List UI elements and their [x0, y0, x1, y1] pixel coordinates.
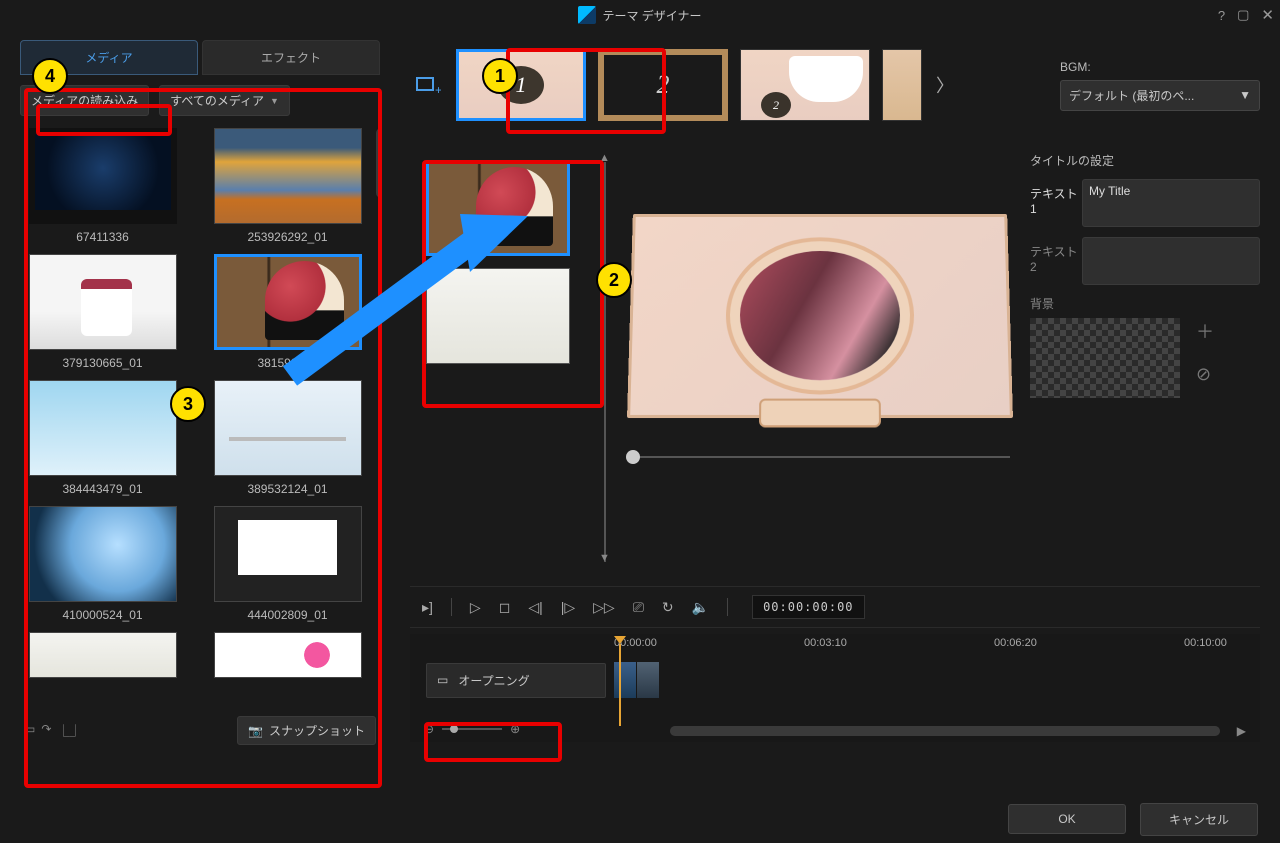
- cancel-button[interactable]: キャンセル: [1140, 803, 1258, 836]
- scrollbar-horizontal[interactable]: [670, 726, 1220, 736]
- media-item[interactable]: 67411336: [20, 128, 185, 244]
- film-icon: ▭: [24, 722, 35, 739]
- preview-frame: [627, 214, 1013, 418]
- camera-icon[interactable]: ⎚: [633, 599, 644, 616]
- callout-badge: 1: [482, 58, 518, 94]
- maximize-icon[interactable]: ▢: [1237, 7, 1249, 23]
- next-frame-icon[interactable]: |▷: [561, 599, 575, 616]
- media-item[interactable]: 410000524_01: [20, 506, 185, 622]
- zoom-out-icon[interactable]: ⊖: [424, 722, 434, 736]
- media-item[interactable]: [20, 632, 185, 678]
- preview-area: [620, 152, 1020, 582]
- segment-icon: ▭: [437, 673, 448, 687]
- media-item[interactable]: [205, 632, 370, 678]
- playback-bar: ▸] ▷ ◻ ◁| |▷ ▷▷ ⎚ ↻ 🔈 00:00:00:00: [410, 586, 1260, 628]
- prev-frame-icon[interactable]: ◁|: [528, 599, 542, 616]
- caret-down-icon: ▼: [599, 552, 610, 564]
- segment-thumb[interactable]: 1: [456, 49, 586, 121]
- add-background-icon[interactable]: ＋: [1196, 318, 1214, 344]
- track-header[interactable]: ▭ オープニング: [426, 663, 606, 698]
- callout-badge: 3: [170, 386, 206, 422]
- segment-thumb[interactable]: 2: [598, 49, 728, 121]
- background-label: 背景: [1030, 295, 1260, 312]
- svg-text:+: +: [435, 83, 441, 96]
- loop-icon[interactable]: ↻: [662, 599, 674, 616]
- tab-effects[interactable]: エフェクト: [202, 40, 380, 75]
- stop-icon[interactable]: ◻: [499, 599, 511, 616]
- ok-button[interactable]: OK: [1008, 804, 1126, 834]
- slider-handle[interactable]: [626, 450, 640, 464]
- segment-thumb[interactable]: [740, 49, 870, 121]
- media-item[interactable]: 379130665_01: [20, 254, 185, 370]
- scrollbar-vertical[interactable]: [376, 128, 380, 198]
- background-preview[interactable]: [1030, 318, 1180, 398]
- text1-input[interactable]: My Title: [1082, 179, 1260, 227]
- title-settings-panel: タイトルの設定 テキスト 1 My Title テキスト 2 背景 ＋: [1020, 152, 1260, 582]
- media-item[interactable]: 444002809_01: [205, 506, 370, 622]
- bgm-label: BGM:: [1060, 60, 1260, 74]
- callout-badge: 4: [32, 58, 68, 94]
- preview-zoom-slider[interactable]: [630, 456, 1010, 458]
- view-mode-toggle[interactable]: ▭ ↷ ⎿⏌: [24, 722, 81, 739]
- playhead-icon[interactable]: [614, 636, 626, 644]
- text1-label: テキスト 1: [1030, 179, 1082, 227]
- timeline-clip[interactable]: [637, 662, 659, 698]
- camera-icon: 📷: [248, 724, 263, 738]
- text2-label: テキスト 2: [1030, 237, 1082, 285]
- snapshot-button[interactable]: 📷 スナップショット: [237, 716, 376, 745]
- zoom-in-icon[interactable]: ⊕: [510, 722, 520, 736]
- crop-icon: ⎿⏌: [57, 722, 81, 739]
- zoom-slider[interactable]: [442, 728, 502, 730]
- settings-heading: タイトルの設定: [1030, 152, 1260, 169]
- vertical-slider[interactable]: [604, 162, 606, 562]
- timecode-display[interactable]: 00:00:00:00: [752, 595, 864, 619]
- drag-arrow-icon: [270, 206, 550, 406]
- chevron-down-icon: ▼: [1239, 88, 1251, 102]
- help-icon[interactable]: ?: [1218, 8, 1225, 23]
- volume-icon[interactable]: 🔈: [692, 599, 709, 616]
- callout-badge: 2: [596, 262, 632, 298]
- play-from-start-icon[interactable]: ▸]: [422, 599, 433, 616]
- timeline-clip[interactable]: [614, 662, 636, 698]
- track-label-text: オープニング: [458, 672, 529, 689]
- bgm-dropdown[interactable]: デフォルト (最初のペ... ▼: [1060, 80, 1260, 111]
- filmstrip-next-icon[interactable]: 〉: [932, 72, 958, 98]
- caret-up-icon: ▲: [599, 152, 610, 164]
- text2-input[interactable]: [1082, 237, 1260, 285]
- titlebar: テーマ デザイナー ? ▢ ✕: [0, 0, 1280, 30]
- timeline-ruler[interactable]: 00:00:00 00:03:10 00:06:20 00:10:00: [614, 634, 1260, 656]
- dialog-footer: OK キャンセル: [0, 795, 1280, 843]
- timeline: 00:00:00 00:03:10 00:06:20 00:10:00 ▭ オー…: [410, 634, 1260, 742]
- window-title: テーマ デザイナー: [602, 7, 701, 24]
- close-icon[interactable]: ✕: [1261, 6, 1274, 24]
- scroll-right-icon[interactable]: ▶: [1237, 724, 1246, 738]
- fast-forward-icon[interactable]: ▷▷: [593, 599, 615, 616]
- arrow-icon: ↷: [41, 722, 51, 739]
- media-item[interactable]: 384443479_01: [20, 380, 185, 496]
- chevron-down-icon: ▼: [270, 96, 279, 106]
- app-logo-icon: [578, 6, 596, 24]
- play-icon[interactable]: ▷: [470, 599, 481, 616]
- segment-thumb[interactable]: [882, 49, 922, 121]
- media-filter-dropdown[interactable]: すべてのメディア ▼: [159, 85, 290, 116]
- clear-background-icon[interactable]: ⊘: [1196, 364, 1214, 385]
- add-segment-button[interactable]: +: [410, 58, 446, 112]
